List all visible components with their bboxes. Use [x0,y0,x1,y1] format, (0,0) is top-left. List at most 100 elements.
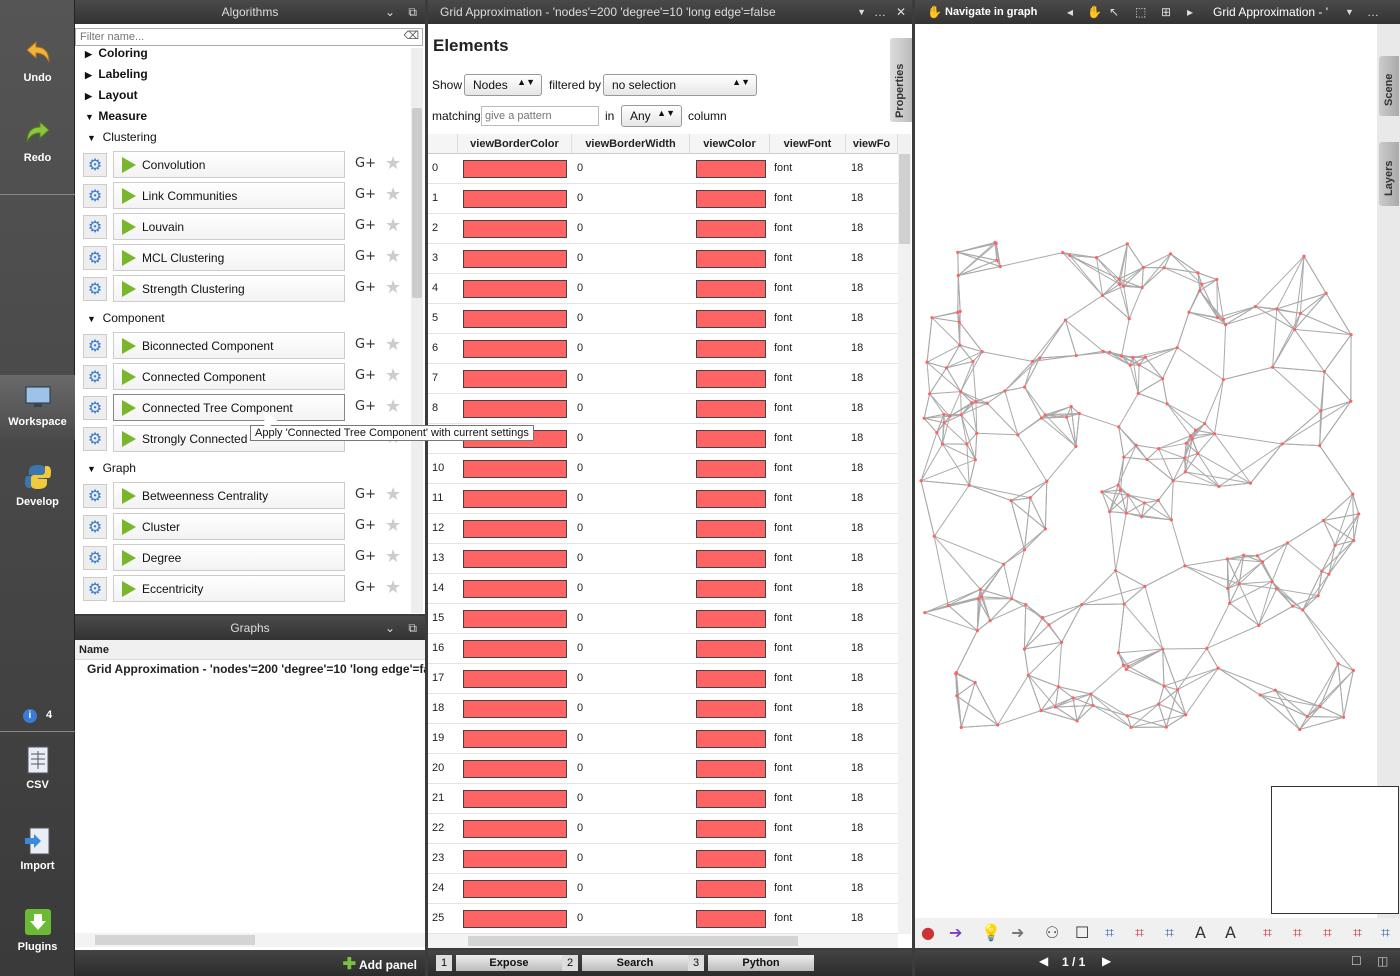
graph-node[interactable] [1357,512,1361,516]
more-icon[interactable]: … [1367,0,1379,24]
settings-gear-icon[interactable]: ⚙ [83,277,107,301]
graph-node[interactable] [1091,703,1095,708]
graph-node[interactable] [1028,496,1032,500]
star-icon[interactable]: ★ [385,546,401,567]
settings-gear-icon[interactable]: ⚙ [83,153,107,177]
graph-node[interactable] [974,399,978,404]
dropdown-arrow-icon[interactable]: ▼ [1345,0,1354,24]
graph-node[interactable] [1285,541,1290,545]
graph-node[interactable] [1324,291,1328,295]
category-coloring[interactable]: ▶ Coloring [85,46,148,60]
graph-node[interactable] [1349,333,1353,337]
run-algo-button[interactable]: Louvain [113,213,345,240]
graph-node[interactable] [928,392,932,396]
font-cell[interactable]: font [774,792,792,804]
graph-node[interactable] [1321,518,1325,523]
font-size-cell[interactable]: 18 [851,252,863,264]
graph-node[interactable] [1059,640,1064,644]
add-favorite-icon[interactable]: G+ [355,156,376,171]
graph-node[interactable] [1318,444,1322,448]
run-algo-button[interactable]: Degree [113,544,345,571]
border-color-swatch[interactable] [463,310,567,328]
border-width-cell[interactable]: 0 [577,792,583,804]
star-icon[interactable]: ★ [385,215,401,236]
graph-node[interactable] [1327,572,1331,576]
table-row[interactable]: 13 0 font 18 [428,544,898,574]
settings-gear-icon[interactable]: ⚙ [83,515,107,539]
prev-tool-icon[interactable]: ◂ [1067,0,1073,24]
run-algo-button[interactable]: Betweenness Centrality [113,482,345,509]
table-row[interactable]: 15 0 font 18 [428,604,898,634]
graph-node[interactable] [1022,548,1027,552]
graph-node[interactable] [956,273,960,278]
add-favorite-icon[interactable]: G+ [355,518,376,533]
graph-node[interactable] [1175,345,1179,350]
graph-node[interactable] [1136,391,1140,395]
graph-node[interactable] [979,595,983,599]
graph-node[interactable] [1100,293,1105,298]
border-color-swatch[interactable] [463,670,567,688]
prev-page-icon[interactable]: ◀ [1039,954,1048,968]
collapse-icon[interactable]: ⌄ [385,616,395,640]
graph-node[interactable] [1143,355,1147,359]
graph-node[interactable] [1165,402,1169,406]
font-cell[interactable]: font [774,552,792,564]
next-page-icon[interactable]: ▶ [1102,954,1111,968]
graph-node[interactable] [923,610,927,615]
graph-node[interactable] [1122,284,1126,288]
graph-node[interactable] [1141,265,1145,270]
font-size-cell[interactable]: 18 [851,852,863,864]
table-row[interactable]: 5 0 font 18 [428,304,898,334]
graph-node[interactable] [1074,353,1078,358]
graph-node[interactable] [998,264,1002,269]
graph-node[interactable] [978,587,982,591]
in-select[interactable]: Any ▲▼ [621,105,682,127]
square-icon[interactable]: ☐ [1075,923,1089,942]
border-width-cell[interactable]: 0 [577,852,583,864]
dropdown-arrow-icon[interactable]: ▼ [857,0,866,24]
graph-node[interactable] [1117,425,1121,429]
star-icon[interactable]: ★ [385,365,401,386]
graph-node[interactable] [1127,317,1131,321]
star-icon[interactable]: ★ [385,577,401,598]
color-swatch[interactable] [696,340,766,358]
graph-node[interactable] [1131,356,1135,360]
color-swatch[interactable] [696,610,766,628]
graph-node[interactable] [1118,488,1123,492]
redo-button[interactable]: Redo [0,118,75,164]
font-size-cell[interactable]: 18 [851,192,863,204]
graph-node[interactable] [1198,289,1202,293]
graph-node[interactable] [1183,564,1187,568]
graph-node[interactable] [1125,242,1129,246]
graph-node[interactable] [1221,378,1225,382]
add-favorite-icon[interactable]: G+ [355,218,376,233]
graph-node[interactable] [1301,608,1305,612]
subcategory-component[interactable]: ▼ Component [87,311,165,325]
edge-label-icon[interactable]: ⌗ [1165,923,1174,943]
view-option-icon[interactable]: ⌗ [1381,923,1390,943]
font-cell[interactable]: font [774,582,792,594]
graph-node[interactable] [1075,719,1079,723]
graph-view[interactable] [915,24,1377,918]
star-icon[interactable]: ★ [385,153,401,174]
graph-node[interactable] [1142,501,1147,505]
color-swatch[interactable] [696,760,766,778]
graph-node[interactable] [1161,647,1165,651]
graph-node[interactable] [1039,709,1043,713]
layers-tab[interactable]: Layers [1379,142,1399,206]
table-row[interactable]: 12 0 font 18 [428,514,898,544]
font-cell[interactable]: font [774,852,792,864]
add-favorite-icon[interactable]: G+ [355,399,376,414]
view-option-icon[interactable]: ⌗ [1293,923,1302,943]
graph-node[interactable] [1342,715,1346,719]
font-size-cell[interactable]: 18 [851,882,863,894]
graph-node[interactable] [1351,492,1355,496]
rect-select-icon[interactable]: ⬚ [1135,0,1146,24]
color-swatch[interactable] [696,250,766,268]
star-icon[interactable]: ★ [385,484,401,505]
graph-node[interactable] [1168,252,1173,256]
border-color-swatch[interactable] [463,850,567,868]
properties-tab[interactable]: Properties [890,38,912,122]
font-size-cell[interactable]: 18 [851,522,863,534]
graph-node[interactable] [1224,323,1228,327]
